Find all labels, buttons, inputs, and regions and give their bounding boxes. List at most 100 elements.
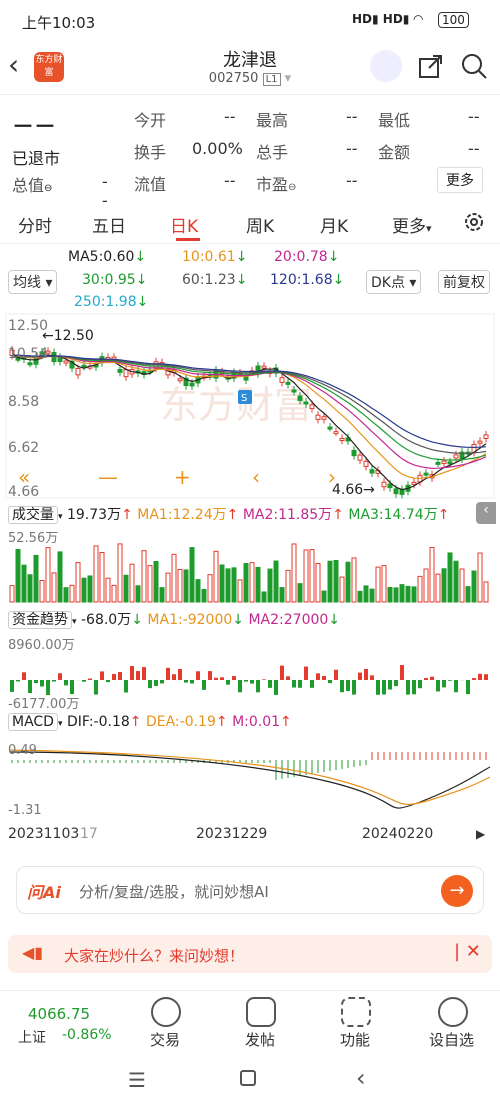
kline-chart[interactable]: 东方财富 12.50 10.54 8.58 6.62 4.66 ←12.50 4… xyxy=(0,312,500,852)
pe-value: -- xyxy=(346,171,358,190)
fund-bar xyxy=(166,667,170,680)
volume-bar xyxy=(453,560,459,603)
post-icon[interactable] xyxy=(246,997,276,1027)
play-icon[interactable]: ▶ xyxy=(476,827,486,841)
tab-more[interactable]: 更多▾ xyxy=(392,212,432,237)
volume-bar xyxy=(297,583,303,603)
fund-bar xyxy=(244,680,248,682)
fund-bar xyxy=(64,680,68,686)
candle xyxy=(339,438,345,442)
menu-icon[interactable]: ☰ xyxy=(128,1068,146,1092)
close-icon[interactable]: | ✕ xyxy=(454,941,481,962)
fund-bar xyxy=(382,680,386,695)
volume-bar xyxy=(69,584,75,603)
collapse-icon[interactable]: ‹ xyxy=(476,502,496,524)
fund-bar xyxy=(484,674,488,680)
volume-bar xyxy=(339,576,345,603)
tab-5day[interactable]: 五日 xyxy=(92,212,126,237)
function-icon[interactable] xyxy=(341,997,371,1027)
fund-bar xyxy=(88,678,92,680)
fund-bar xyxy=(70,680,74,695)
volume-select[interactable]: 成交量 xyxy=(8,506,58,524)
volume-bar xyxy=(315,562,321,603)
fund-bar xyxy=(130,666,134,680)
candle xyxy=(483,434,489,439)
index-value[interactable]: 4066.75 xyxy=(28,1005,90,1023)
hot-banner[interactable]: ◀▮ 大家在炒什么？来问妙想！ | ✕ xyxy=(8,935,492,973)
fund-axis-top: 8960.00万 xyxy=(8,638,75,653)
volume-bar xyxy=(111,584,117,603)
trade-icon[interactable] xyxy=(151,997,181,1027)
candle xyxy=(279,377,285,383)
fund-bar xyxy=(232,676,236,680)
fund-bar xyxy=(262,679,266,680)
tab-intraday[interactable]: 分时 xyxy=(18,212,52,237)
volume-bar xyxy=(165,572,171,603)
add-watchlist-label[interactable]: 设自选 xyxy=(429,1029,474,1050)
dif-line xyxy=(9,751,491,809)
macd-select[interactable]: MACD xyxy=(8,713,58,731)
fund-bar xyxy=(214,677,218,680)
settings-gear-icon[interactable] xyxy=(462,210,486,234)
fund-bar xyxy=(208,671,212,680)
tab-daily-k[interactable]: 日K xyxy=(170,212,198,237)
volume-bar xyxy=(267,568,273,603)
home-icon[interactable] xyxy=(240,1070,256,1086)
tab-monthly-k[interactable]: 月K xyxy=(320,212,348,237)
volume-bar xyxy=(213,550,219,603)
fund-bar xyxy=(190,680,194,684)
system-back-icon[interactable]: ‹ xyxy=(356,1064,366,1092)
candle xyxy=(75,368,81,376)
chart-svg: 东方财富 12.50 10.54 8.58 6.62 4.66 ←12.50 4… xyxy=(5,313,495,842)
macd-axis-bottom: -1.31 xyxy=(8,803,42,818)
next-icon[interactable]: › xyxy=(328,465,336,489)
candle xyxy=(327,426,333,430)
more-button[interactable]: 更多 xyxy=(437,167,483,193)
ai-send-icon[interactable]: → xyxy=(441,875,473,907)
scroll-left-icon[interactable]: « xyxy=(18,465,30,489)
fund-legend: 资金趋势 ▾ -68.0万↓ MA1:-92000↓ MA2:27000↓ xyxy=(8,609,340,629)
volume-bar xyxy=(477,552,483,603)
post-label[interactable]: 发帖 xyxy=(245,1029,275,1050)
date-label: 20231103 xyxy=(8,826,79,842)
fund-select[interactable]: 资金趋势 xyxy=(8,611,72,629)
add-watchlist-icon[interactable] xyxy=(438,997,468,1027)
date-label: 20231229 xyxy=(196,826,267,842)
volume-bar xyxy=(435,573,441,603)
zoom-out-icon[interactable]: — xyxy=(98,465,118,489)
share-icon[interactable] xyxy=(417,52,445,80)
ai-search-box[interactable]: 问Ai 分析/复盘/选股，就问妙想AI → xyxy=(16,866,484,914)
volume-bar xyxy=(273,560,279,603)
back-icon[interactable]: ‹ xyxy=(8,48,19,81)
fund-bar xyxy=(100,671,104,680)
prev-icon[interactable]: ‹ xyxy=(252,465,260,489)
volume-bar xyxy=(345,561,351,603)
search-icon[interactable] xyxy=(460,52,488,80)
fund-bar xyxy=(310,680,314,688)
adjust-select[interactable]: 前复权 xyxy=(438,270,490,294)
volume-bar xyxy=(255,566,261,603)
function-label[interactable]: 功能 xyxy=(340,1029,370,1050)
volume-bar xyxy=(405,585,411,603)
fund-bar xyxy=(376,680,380,695)
indicator-select[interactable]: 均线 ▾ xyxy=(8,270,58,294)
price-axis-tick: 8.58 xyxy=(8,394,39,410)
trade-label[interactable]: 交易 xyxy=(150,1029,180,1050)
price-axis-tick: 6.62 xyxy=(8,440,39,456)
tab-weekly-k[interactable]: 周K xyxy=(246,212,274,237)
candle xyxy=(291,389,297,393)
dk-point-select[interactable]: DK点 ▾ xyxy=(366,270,422,294)
volume-bar xyxy=(411,586,417,603)
candle xyxy=(423,472,429,476)
zoom-in-icon[interactable]: + xyxy=(174,465,191,489)
index-change: -0.86% xyxy=(62,1027,112,1043)
avatar[interactable] xyxy=(370,50,402,82)
turnover-value: 0.00% xyxy=(192,139,243,158)
ma20-label: 20:0.78↓ xyxy=(274,249,340,265)
fund-bar xyxy=(352,680,356,695)
fund-bar xyxy=(466,680,470,695)
volume-bar xyxy=(351,557,357,603)
volume-bar xyxy=(261,591,267,603)
fund-bar xyxy=(406,680,410,695)
candle xyxy=(435,461,441,465)
